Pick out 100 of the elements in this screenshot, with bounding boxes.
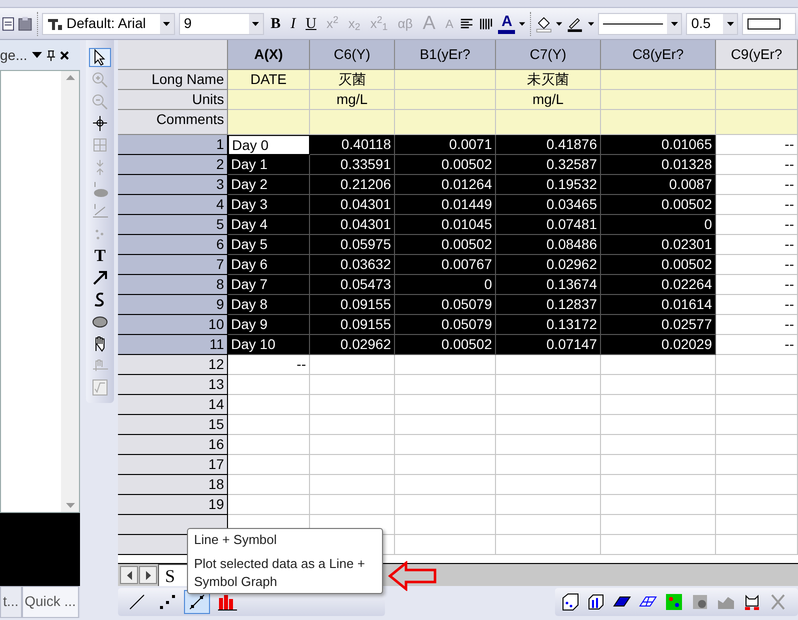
table-cell: mg/L: [496, 90, 601, 110]
table-cell: Day 4: [228, 215, 310, 235]
bold-button[interactable]: B: [268, 14, 284, 34]
table-cell: --: [716, 255, 798, 275]
table-cell: 0.07147: [496, 335, 601, 355]
table-cell: mg/L: [310, 90, 395, 110]
table-cell: 灭菌: [310, 70, 395, 90]
row-header[interactable]: 3: [118, 175, 228, 195]
table-cell: Day 7: [228, 275, 310, 295]
table-cell: 0.05975: [310, 235, 395, 255]
row-header[interactable]: 5: [118, 215, 228, 235]
table-cell: 0.01264: [395, 175, 496, 195]
table-cell: 0.03632: [310, 255, 395, 275]
table-cell: 0.32587: [496, 155, 601, 175]
table-cell: 0.03465: [496, 195, 601, 215]
table-cell: 0.01614: [601, 295, 716, 315]
table-cell: 0.02577: [601, 315, 716, 335]
table-cell: 0.09155: [310, 315, 395, 335]
row-header[interactable]: 7: [118, 255, 228, 275]
font-combo[interactable]: Default: Arial: [42, 12, 175, 34]
column-header[interactable]: C6(Y): [310, 40, 395, 70]
row-header[interactable]: 1: [118, 135, 228, 155]
row-label: Long Name: [118, 70, 228, 90]
row-header[interactable]: 6: [118, 235, 228, 255]
table-cell: Day 3: [228, 195, 310, 215]
table-cell: 0.05079: [395, 315, 496, 335]
panel-tab[interactable]: Quick ...: [22, 586, 79, 618]
table-cell: Day 10: [228, 335, 310, 355]
row-header[interactable]: 17: [118, 455, 228, 475]
table-cell: 0: [395, 275, 496, 295]
table-cell: Day 8: [228, 295, 310, 315]
table-cell: --: [228, 355, 310, 375]
table-cell: Day 0: [228, 135, 310, 155]
table-cell: Day 5: [228, 235, 310, 255]
line-width-combo[interactable]: 0.5: [686, 12, 738, 34]
text-tool-button[interactable]: T: [89, 246, 111, 265]
row-header[interactable]: 18: [118, 475, 228, 495]
table-cell: 0.05079: [395, 295, 496, 315]
table-cell: 0: [601, 215, 716, 235]
table-cell: --: [716, 295, 798, 315]
table-cell: --: [716, 315, 798, 335]
table-cell: --: [716, 235, 798, 255]
row-header[interactable]: 13: [118, 375, 228, 395]
row-label: Comments: [118, 110, 228, 135]
row-header[interactable]: 8: [118, 275, 228, 295]
table-cell: --: [716, 155, 798, 175]
table-cell: 0.01328: [601, 155, 716, 175]
table-cell: --: [716, 135, 798, 155]
table-cell: 0.02962: [496, 255, 601, 275]
underline-button[interactable]: U: [302, 14, 320, 34]
row-header[interactable]: 11: [118, 335, 228, 355]
table-cell: 0.08486: [496, 235, 601, 255]
table-cell: 0.00767: [395, 255, 496, 275]
table-cell: 0.00502: [601, 255, 716, 275]
table-cell: Day 6: [228, 255, 310, 275]
table-cell: 0.02029: [601, 335, 716, 355]
font-size-combo[interactable]: 9: [178, 12, 264, 34]
font-color-button[interactable]: A: [498, 14, 516, 34]
table-cell: 0.0087: [601, 175, 716, 195]
table-cell: 0.04301: [310, 215, 395, 235]
column-header[interactable]: C9(yEr?: [716, 40, 798, 70]
table-cell: --: [716, 335, 798, 355]
column-header[interactable]: C7(Y): [496, 40, 601, 70]
table-cell: 0.04301: [310, 195, 395, 215]
table-cell: 0.13674: [496, 275, 601, 295]
table-cell: 0.01065: [601, 135, 716, 155]
row-header[interactable]: 14: [118, 395, 228, 415]
table-cell: 0.00502: [601, 195, 716, 215]
table-cell: DATE: [228, 70, 310, 90]
row-header[interactable]: 10: [118, 315, 228, 335]
panel-title: ge...: [0, 46, 28, 65]
row-header[interactable]: 2: [118, 155, 228, 175]
table-cell: 0.09155: [310, 295, 395, 315]
table-cell: 0.05473: [310, 275, 395, 295]
table-cell: 0.07481: [496, 215, 601, 235]
table-cell: Day 9: [228, 315, 310, 335]
table-cell: --: [716, 195, 798, 215]
panel-tab[interactable]: t...: [0, 586, 22, 618]
column-header[interactable]: C8(yEr?: [601, 40, 716, 70]
table-cell: 0.13172: [496, 315, 601, 335]
table-cell: 0.33591: [310, 155, 395, 175]
row-header[interactable]: 9: [118, 295, 228, 315]
table-cell: --: [716, 275, 798, 295]
table-cell: 0.00502: [395, 155, 496, 175]
row-header[interactable]: 16: [118, 435, 228, 455]
table-cell: 0.19532: [496, 175, 601, 195]
font-size-value: 9: [184, 14, 192, 33]
column-header[interactable]: B1(yEr?: [395, 40, 496, 70]
row-header[interactable]: 4: [118, 195, 228, 215]
font-name: Default: Arial: [66, 14, 146, 33]
table-cell: 0.0071: [395, 135, 496, 155]
italic-button[interactable]: I: [288, 14, 299, 34]
column-header[interactable]: A(X): [228, 40, 310, 70]
row-header[interactable]: 12: [118, 355, 228, 375]
table-cell: 0.12837: [496, 295, 601, 315]
table-cell: Day 1: [228, 155, 310, 175]
line-width-value: 0.5: [691, 14, 711, 33]
row-header[interactable]: 19: [118, 495, 228, 515]
row-header[interactable]: 15: [118, 415, 228, 435]
row-label: Units: [118, 90, 228, 110]
